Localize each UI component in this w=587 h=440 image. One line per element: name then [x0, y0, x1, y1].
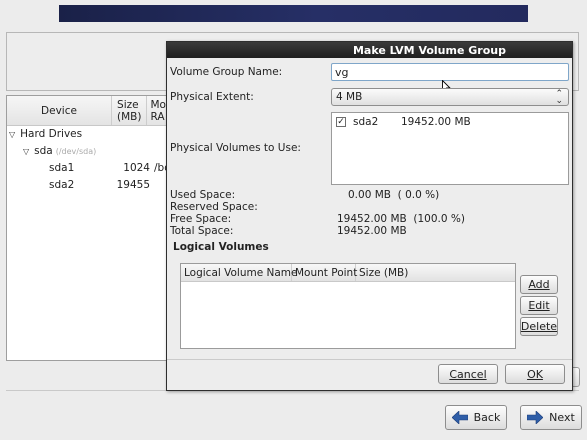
back-label: Back [473, 411, 501, 424]
dialog-separator [167, 359, 572, 360]
delete-label: Delete [520, 320, 558, 333]
ok-label: OK [527, 367, 543, 381]
column-size-line1: Size [117, 98, 139, 111]
physical-extent-value: 4 MB [336, 91, 363, 103]
total-space-label: Total Space: [170, 225, 234, 237]
dialog-title-bar[interactable]: Make LVM Volume Group [167, 42, 572, 58]
disk-name: sda [34, 145, 53, 157]
disk-path: (/dev/sda) [55, 146, 97, 156]
lv-column-name[interactable]: Logical Volume Name [181, 264, 298, 281]
free-space-label: Free Space: [170, 213, 232, 225]
physical-extent-select[interactable]: 4 MB ⌃ ⌄ [331, 88, 569, 106]
tree-row-sda[interactable]: ▽ sda (/dev/sda) [23, 143, 96, 159]
column-mount-line1: Mo [150, 98, 166, 111]
back-button[interactable]: Back [445, 405, 507, 430]
add-label: Add [528, 278, 550, 291]
lv-column-mount-point[interactable]: Mount Point [292, 264, 357, 281]
device-table[interactable]: Device Size (MB) Mo RA ▽ Hard Drives ▽ sda… [6, 95, 176, 361]
logical-volumes-heading: Logical Volumes [173, 241, 269, 253]
total-space-value: 19452.00 MB [337, 225, 407, 237]
column-mount-line2: RA [150, 110, 165, 123]
lv-table-header: Logical Volume Name Mount Point Size (MB… [181, 264, 515, 282]
used-space-value: 0.00 MB ( 0.0 %) [348, 189, 440, 201]
reserved-space-label: Reserved Space: [170, 201, 258, 213]
arrow-left-icon [451, 411, 468, 424]
partition-size: 1024 [123, 162, 150, 174]
partition-size: 19455 [116, 179, 150, 191]
lv-column-size[interactable]: Size (MB) [356, 264, 515, 281]
expander-down-icon[interactable]: ▽ [9, 130, 15, 139]
delete-button[interactable]: Delete [520, 317, 558, 336]
cancel-label: Cancel [449, 367, 487, 381]
table-row[interactable]: sda1 1024 /bo [49, 160, 171, 176]
sda2-checkbox[interactable]: ✓ [336, 117, 346, 127]
edit-label: Edit [528, 299, 550, 312]
used-space-label: Used Space: [170, 189, 236, 201]
add-button[interactable]: Add [520, 275, 558, 294]
device-table-header: Device Size (MB) Mo RA [7, 96, 175, 126]
select-arrows-icon: ⌃ ⌄ [555, 89, 563, 106]
logical-volumes-table[interactable]: Logical Volume Name Mount Point Size (MB… [180, 263, 516, 349]
column-device[interactable]: Device [7, 96, 113, 125]
next-button[interactable]: Next [520, 405, 582, 430]
tree-row-hard-drives[interactable]: ▽ Hard Drives [9, 126, 82, 142]
pv-size: 19452.00 MB [401, 116, 471, 128]
volume-group-name-label: Volume Group Name: [170, 66, 283, 78]
pv-name: sda2 [353, 116, 379, 128]
physical-volumes-list[interactable]: ✓ sda2 19452.00 MB [331, 112, 569, 185]
physical-extent-label: Physical Extent: [170, 91, 254, 103]
next-label: Next [549, 411, 575, 424]
edit-button[interactable]: Edit [520, 296, 558, 315]
hard-drives-label: Hard Drives [20, 128, 83, 140]
partition-name: sda2 [49, 179, 75, 191]
physical-volumes-label: Physical Volumes to Use: [170, 142, 301, 154]
volume-group-name-input[interactable]: vg [331, 63, 569, 81]
installer-banner [59, 5, 528, 22]
column-size[interactable]: Size (MB) [112, 96, 148, 125]
ok-button[interactable]: OK [505, 364, 565, 384]
expander-down-icon[interactable]: ▽ [23, 147, 29, 156]
cancel-button[interactable]: Cancel [438, 364, 498, 384]
table-row[interactable]: sda2 19455 [49, 177, 150, 193]
volume-group-name-value: vg [335, 65, 349, 79]
free-space-value: 19452.00 MB (100.0 %) [337, 213, 465, 225]
arrow-right-icon [527, 411, 544, 424]
partition-name: sda1 [49, 162, 75, 174]
column-size-line2: (MB) [117, 110, 142, 123]
dialog-title: Make LVM Volume Group [352, 43, 506, 57]
make-lvm-volume-group-dialog: Make LVM Volume Group Volume Group Name:… [166, 41, 573, 391]
